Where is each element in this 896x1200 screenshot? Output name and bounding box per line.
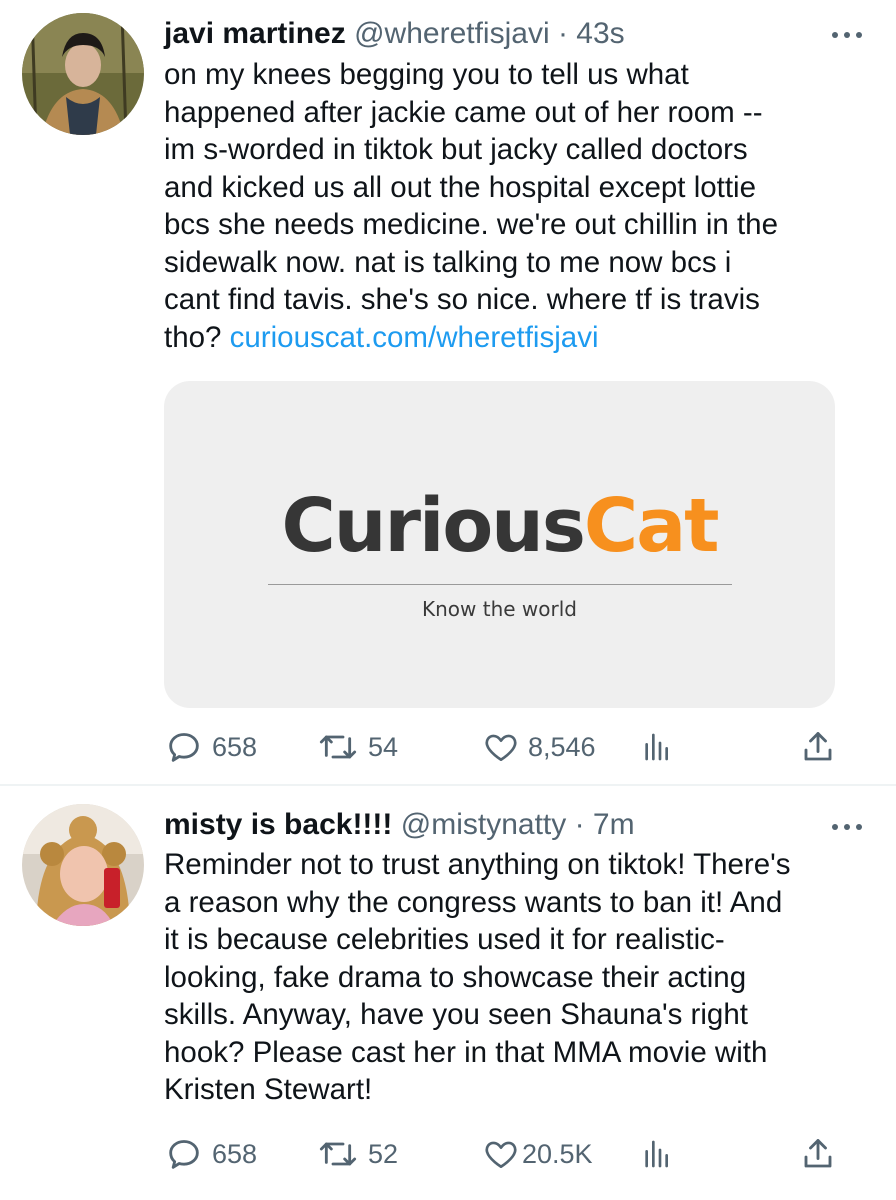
timestamp[interactable]: · 7m [575, 808, 635, 841]
avatar[interactable] [22, 13, 144, 135]
display-name[interactable]: javi martinez [164, 17, 346, 50]
more-icon[interactable] [832, 817, 862, 837]
tweet-header: javi martinez @wheretfisjavi · 43s [164, 16, 836, 52]
like-button[interactable]: 8,546 [482, 725, 596, 769]
reply-button[interactable]: 658 [164, 725, 257, 769]
retweet-button[interactable]: 52 [316, 1132, 398, 1176]
heart-icon [485, 1141, 517, 1169]
handle[interactable]: @wheretfisjavi [354, 17, 550, 50]
timestamp[interactable]: · 43s [558, 17, 625, 50]
handle[interactable]: @mistynatty [401, 808, 566, 841]
reply-count: 658 [212, 731, 258, 762]
share-button[interactable] [800, 725, 836, 769]
reply-button[interactable]: 658 [164, 1132, 257, 1176]
like-count: 20.5K [522, 1138, 593, 1169]
more-icon[interactable] [832, 25, 862, 45]
analytics-button[interactable] [640, 725, 672, 769]
reply-count: 658 [212, 1138, 258, 1169]
curiouscat-logo: CuriousCat [281, 483, 719, 569]
analytics-icon [645, 1140, 668, 1168]
tweet-text: on my knees begging you to tell us what … [164, 56, 864, 356]
logo-divider [268, 584, 732, 585]
tweet-text: Reminder not to trust anything on tiktok… [164, 848, 791, 1106]
retweet-icon [319, 735, 357, 759]
like-count: 8,546 [528, 731, 596, 762]
analytics-icon [645, 733, 668, 761]
reply-icon [169, 1140, 199, 1169]
share-icon [804, 732, 832, 761]
like-button[interactable]: 20.5K [482, 1132, 593, 1176]
analytics-button[interactable] [640, 1132, 672, 1176]
tweet-text-content: on my knees begging you to tell us what … [164, 58, 778, 354]
share-button[interactable] [800, 1132, 836, 1176]
heart-icon [485, 734, 517, 762]
share-icon [804, 1139, 832, 1168]
tweet-link[interactable]: curiouscat.com/wheretfisjavi [230, 321, 599, 354]
tweet-actions: 658 52 20.5K [164, 1132, 844, 1176]
card-tagline: Know the world [422, 597, 577, 621]
retweet-count: 54 [368, 731, 399, 762]
link-preview-card[interactable]: CuriousCat Know the world [164, 381, 835, 708]
retweet-count: 52 [368, 1138, 399, 1169]
display-name[interactable]: misty is back!!!! [164, 808, 392, 841]
reply-icon [169, 733, 199, 762]
retweet-icon [319, 1142, 357, 1166]
retweet-button[interactable]: 54 [316, 725, 398, 769]
avatar[interactable] [22, 804, 144, 926]
tweet[interactable]: misty is back!!!! @mistynatty · 7m Remin… [0, 785, 896, 1200]
tweet[interactable]: javi martinez @wheretfisjavi · 43s on my… [0, 0, 896, 785]
tweet-actions: 658 54 8,546 [164, 725, 844, 769]
tweet-header: misty is back!!!! @mistynatty · 7m [164, 807, 836, 843]
